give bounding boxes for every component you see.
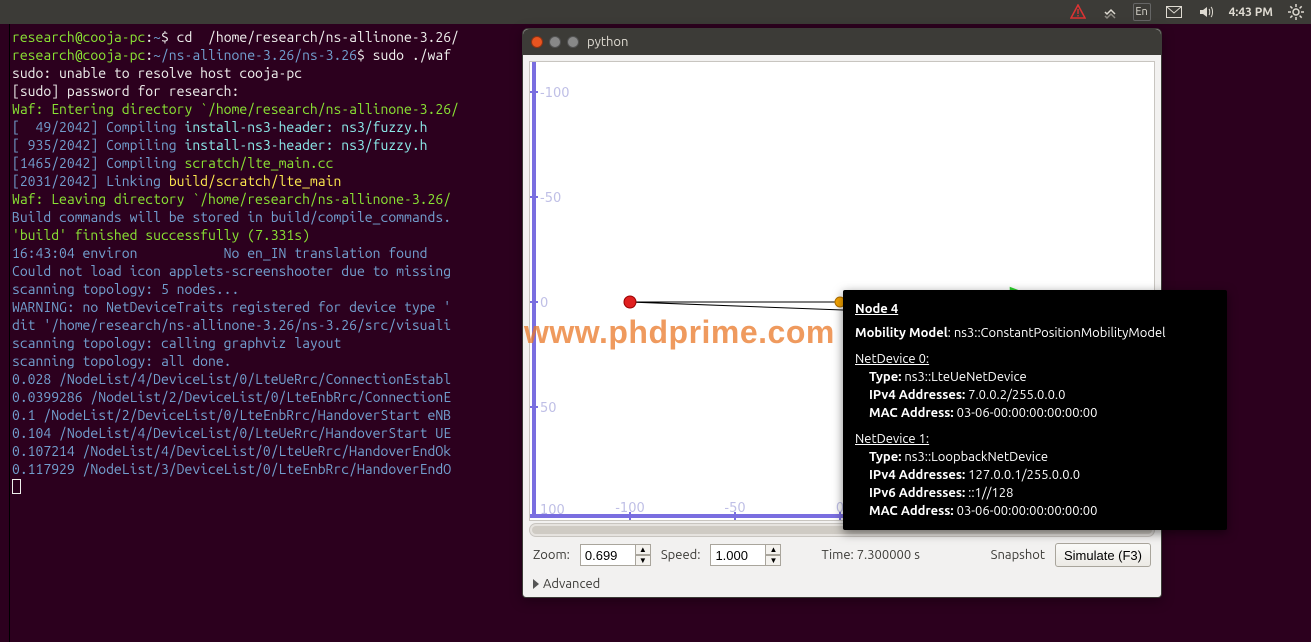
- dev0-mac-value: 03-06-00:00:00:00:00:00: [957, 406, 1098, 420]
- speed-input[interactable]: [710, 544, 766, 566]
- advanced-disclosure[interactable]: Advanced: [523, 573, 1161, 599]
- maximize-icon[interactable]: [567, 36, 579, 48]
- dev1-type-key: Type:: [869, 450, 901, 464]
- warning-icon: [1069, 3, 1087, 21]
- ytick-label: -100: [540, 86, 570, 101]
- dev1-ipv4-value: 127.0.0.1/255.0.0.0: [968, 468, 1080, 482]
- network-icon[interactable]: [1101, 3, 1119, 21]
- chevron-right-icon: [533, 579, 539, 589]
- dev1-type-value: ns3::LoopbackNetDevice: [904, 450, 1048, 464]
- window-title: python: [587, 35, 628, 49]
- dev0-mac-key: MAC Address:: [869, 406, 954, 420]
- zoom-step-up[interactable]: ▲: [635, 544, 651, 555]
- tooltip-title: Node 4: [855, 300, 1215, 318]
- speed-step-up[interactable]: ▲: [765, 544, 781, 555]
- dev0-ipv4-value: 7.0.0.2/255.0.0.0: [968, 388, 1065, 402]
- dev0-ipv4-key: IPv4 Addresses:: [869, 388, 965, 402]
- pyviz-toolbar: Zoom: ▲ ▼ Speed: ▲ ▼ Time: 7.300000 s Sn…: [523, 537, 1161, 573]
- ytick-label: 50: [540, 401, 557, 416]
- mail-icon[interactable]: [1165, 3, 1183, 21]
- mobility-model-key: Mobility Model: [855, 326, 948, 340]
- zoom-label: Zoom:: [533, 548, 570, 562]
- advanced-label: Advanced: [543, 577, 600, 591]
- minimize-icon[interactable]: [549, 36, 561, 48]
- cursor-icon: [12, 479, 21, 494]
- volume-icon[interactable]: [1197, 3, 1215, 21]
- dev1-ipv6-key: IPv6 Addresses:: [869, 486, 965, 500]
- dev1-mac-key: MAC Address:: [869, 504, 954, 518]
- dev1-ipv6-value: ::1//128: [968, 486, 1013, 500]
- simulate-button[interactable]: Simulate (F3): [1055, 543, 1151, 567]
- dev1-mac-value: 03-06-00:00:00:00:00:00: [957, 504, 1098, 518]
- netdevice1-header: NetDevice 1:: [855, 430, 1215, 448]
- ytick-label: 100: [540, 503, 565, 518]
- time-label: Time: 7.300000 s: [821, 548, 919, 562]
- ytick-label: -50: [540, 191, 561, 206]
- top-panel: En 4:43 PM: [0, 0, 1311, 24]
- zoom-input[interactable]: [580, 544, 636, 566]
- ytick-label: 0: [540, 296, 548, 311]
- dev0-type-value: ns3::LteUeNetDevice: [904, 370, 1026, 384]
- zoom-step-down[interactable]: ▼: [635, 555, 651, 566]
- language-indicator[interactable]: En: [1133, 3, 1151, 21]
- gear-icon[interactable]: [1287, 3, 1305, 21]
- window-titlebar[interactable]: python: [523, 29, 1161, 55]
- speed-label: Speed:: [661, 548, 701, 562]
- dev1-ipv4-key: IPv4 Addresses:: [869, 468, 965, 482]
- node-tooltip: Node 4 Mobility Model: ns3::ConstantPosi…: [843, 290, 1227, 530]
- netdevice0-header: NetDevice 0:: [855, 350, 1215, 368]
- clock-text[interactable]: 4:43 PM: [1229, 6, 1273, 19]
- close-icon[interactable]: [531, 36, 543, 48]
- unity-launcher[interactable]: [0, 24, 10, 642]
- dev0-type-key: Type:: [869, 370, 901, 384]
- snapshot-label[interactable]: Snapshot: [991, 548, 1045, 562]
- speed-step-down[interactable]: ▼: [765, 555, 781, 566]
- mobility-model-value: ns3::ConstantPositionMobilityModel: [954, 326, 1166, 340]
